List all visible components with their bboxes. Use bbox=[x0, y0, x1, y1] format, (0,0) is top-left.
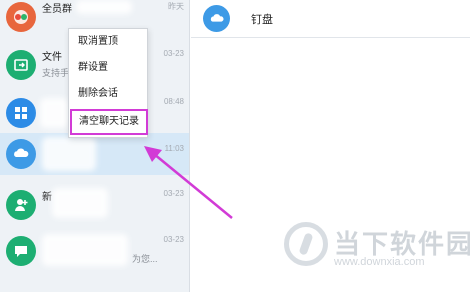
group-photo-icon bbox=[6, 2, 36, 32]
cloud-drive-icon bbox=[203, 5, 230, 32]
watermark-logo-icon bbox=[284, 222, 328, 266]
chat-icon bbox=[6, 236, 36, 266]
menu-item-delete-conversation[interactable]: 删除会话 bbox=[69, 81, 147, 107]
redacted-region bbox=[76, 0, 132, 14]
context-menu: 取消置顶 群设置 删除会话 清空聊天记录 bbox=[68, 28, 148, 138]
redacted-region bbox=[52, 188, 108, 218]
conversation-time: 03-23 bbox=[163, 49, 184, 58]
watermark: 当下软件园 www.downxia.com bbox=[284, 222, 470, 284]
chat-header: 钉盘 bbox=[191, 0, 470, 38]
conversation-preview: 支持手 bbox=[42, 68, 70, 78]
menu-item-group-settings[interactable]: 群设置 bbox=[69, 55, 147, 81]
conversation-time: 03-23 bbox=[163, 189, 184, 198]
redacted-region bbox=[40, 98, 68, 128]
menu-item-unpin[interactable]: 取消置顶 bbox=[69, 29, 147, 55]
conversation-preview: 为您... bbox=[132, 254, 158, 264]
conversation-time: 11:03 bbox=[164, 144, 184, 153]
watermark-url: www.downxia.com bbox=[334, 256, 425, 268]
file-transfer-icon bbox=[6, 50, 36, 80]
menu-item-clear-history[interactable]: 清空聊天记录 bbox=[70, 109, 148, 135]
conversation-name: 全员群 bbox=[42, 4, 72, 15]
redacted-region bbox=[42, 137, 96, 171]
apps-grid-icon bbox=[6, 98, 36, 128]
add-friend-icon bbox=[6, 190, 36, 220]
chat-title: 钉盘 bbox=[251, 14, 273, 26]
conversation-name: 文件 bbox=[42, 52, 62, 63]
conversation-time: 03-23 bbox=[163, 235, 184, 244]
conversation-item-cloud-drive[interactable]: 11:03 bbox=[0, 133, 189, 175]
conversation-item-chat[interactable]: 为您... 03-23 bbox=[0, 228, 189, 276]
conversation-time: 昨天 bbox=[168, 2, 184, 11]
conversation-item-new-friend[interactable]: 新 03-23 bbox=[0, 182, 189, 230]
conversation-time: 08:48 bbox=[163, 97, 184, 106]
cloud-drive-icon bbox=[6, 139, 36, 169]
redacted-region bbox=[42, 234, 128, 266]
conversation-name: 新 bbox=[42, 192, 52, 203]
